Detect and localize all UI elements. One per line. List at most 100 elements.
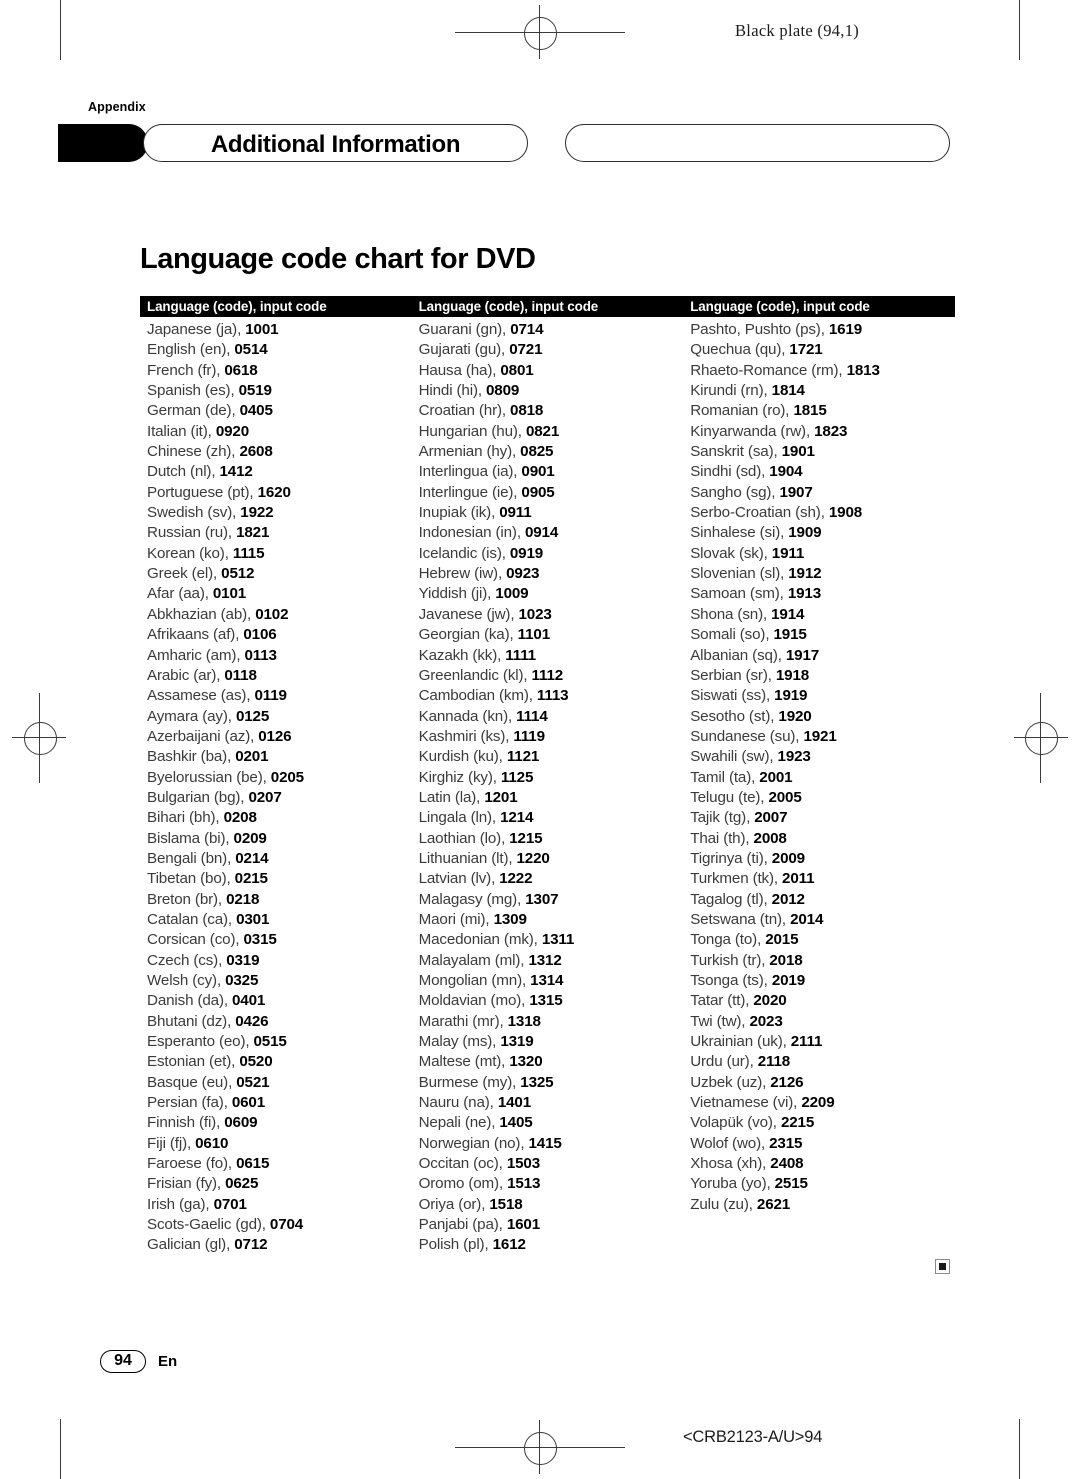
language-name: Serbo-Croatian (sh),	[690, 504, 825, 522]
table-row: Chinese (zh), 2608	[140, 442, 412, 462]
language-input-code: 1921	[803, 727, 837, 745]
language-name: Turkish (tr),	[690, 951, 766, 969]
table-row: Turkish (tr), 2018	[683, 951, 955, 971]
language-input-code: 1922	[240, 504, 274, 522]
table-row: Hindi (hi), 0809	[412, 381, 684, 401]
language-input-code: 0126	[258, 727, 292, 745]
table-row: Corsican (co), 0315	[140, 930, 412, 950]
language-name: Kurdish (ku),	[418, 748, 503, 766]
language-input-code: 1114	[516, 707, 548, 725]
table-row: Shona (sn), 1914	[683, 605, 955, 625]
table-row: Moldavian (mo), 1315	[412, 991, 684, 1011]
table-row: Galician (gl), 0712	[140, 1235, 412, 1255]
language-name: Tatar (tt),	[690, 992, 750, 1010]
table-row: Danish (da), 0401	[140, 991, 412, 1011]
table-row: Korean (ko), 1115	[140, 544, 412, 564]
language-code-column: Language (code), input code Japanese (ja)…	[140, 296, 412, 1256]
language-name: Spanish (es),	[147, 382, 235, 400]
table-row: Quechua (qu), 1721	[683, 340, 955, 360]
language-input-code: 1412	[219, 463, 253, 481]
language-input-code: 0209	[233, 829, 267, 847]
table-row: Sangho (sg), 1907	[683, 483, 955, 503]
language-name: German (de),	[147, 402, 236, 420]
table-row: Maori (mi), 1309	[412, 910, 684, 930]
table-row: Sesotho (st), 1920	[683, 707, 955, 727]
language-name: Malay (ms),	[418, 1033, 497, 1051]
table-row: Bislama (bi), 0209	[140, 829, 412, 849]
language-input-code: 0519	[238, 382, 272, 400]
table-row: Welsh (cy), 0325	[140, 971, 412, 991]
table-row: Telugu (te), 2005	[683, 788, 955, 808]
language-name: Georgian (ka),	[418, 626, 514, 644]
column-body: Japanese (ja), 1001 English (en), 0514 Fre…	[140, 317, 412, 1256]
language-input-code: 1620	[257, 483, 291, 501]
language-input-code: 1814	[771, 382, 805, 400]
language-input-code: 0911	[499, 504, 532, 522]
language-input-code: 2001	[759, 768, 793, 786]
language-input-code: 2023	[749, 1012, 783, 1030]
table-row: Esperanto (eo), 0515	[140, 1032, 412, 1052]
language-code-column: Language (code), input code Guarani (gn),…	[411, 296, 684, 1256]
language-name: Guarani (gn),	[418, 321, 507, 338]
language-input-code: 0712	[234, 1236, 268, 1254]
table-row: Bulgarian (bg), 0207	[140, 788, 412, 808]
table-row: Irish (ga), 0701	[140, 1195, 412, 1215]
language-name: Welsh (cy),	[147, 972, 222, 989]
table-row: Guarani (gn), 0714	[412, 320, 684, 340]
language-name: Hungarian (hu),	[418, 422, 522, 440]
language-name: Arabic (ar),	[147, 666, 221, 684]
table-row: Tatar (tt), 2020	[683, 991, 955, 1011]
language-name: Afar (aa),	[147, 585, 209, 603]
table-row: Georgian (ka), 1101	[412, 625, 684, 645]
language-name: Sesotho (st),	[690, 707, 775, 725]
chapter-title-pill-secondary	[565, 124, 950, 162]
language-input-code: 1912	[788, 565, 822, 583]
language-name: Samoan (sm),	[690, 585, 784, 603]
language-input-code: 1115	[232, 544, 265, 562]
table-row: Latin (la), 1201	[412, 788, 684, 808]
table-row: Siswati (ss), 1919	[683, 686, 955, 706]
language-name: Russian (ru),	[147, 524, 232, 542]
language-name: Greek (el),	[147, 565, 218, 583]
table-row: Burmese (my), 1325	[412, 1073, 684, 1093]
table-row: Hebrew (iw), 0923	[412, 564, 684, 584]
language-name: Mongolian (mn),	[418, 972, 527, 989]
table-row: Armenian (hy), 0825	[412, 442, 684, 462]
language-name: Uzbek (uz),	[690, 1073, 767, 1091]
language-name: Twi (tw),	[690, 1012, 746, 1030]
table-row: Romanian (ro), 1815	[683, 401, 955, 421]
language-input-code: 1917	[785, 646, 820, 664]
language-name: Tagalog (tl),	[690, 890, 768, 908]
table-row: Pashto, Pushto (ps), 1619	[683, 320, 955, 340]
crop-mark-bottom-left-vertical	[60, 1419, 62, 1479]
table-row: Kirundi (rn), 1814	[683, 381, 955, 401]
language-name: Czech (cs),	[147, 951, 223, 969]
table-row: Kirghiz (ky), 1125	[412, 768, 684, 788]
table-row: Albanian (sq), 1917	[683, 646, 955, 666]
language-name: Aymara (ay),	[147, 707, 232, 725]
language-input-code: 0901	[521, 463, 555, 481]
language-name: Panjabi (pa),	[418, 1216, 503, 1234]
language-input-code: 1215	[509, 829, 543, 847]
language-name: Abkhazian (ab),	[147, 605, 252, 623]
language-name: Macedonian (mk),	[418, 931, 538, 949]
table-row: Basque (eu), 0521	[140, 1073, 412, 1093]
language-input-code: 1518	[489, 1195, 523, 1213]
language-input-code: 2012	[771, 890, 805, 908]
language-name: Latin (la),	[418, 788, 481, 806]
language-name: Gujarati (gu),	[418, 341, 506, 359]
language-name: Serbian (sr),	[690, 666, 772, 684]
table-row: Setswana (tn), 2014	[683, 910, 955, 930]
language-name: Marathi (mr),	[418, 1012, 504, 1030]
table-row: Bashkir (ba), 0201	[140, 747, 412, 767]
language-name: Urdu (ur),	[690, 1053, 754, 1071]
table-row: Slovenian (sl), 1912	[683, 564, 955, 584]
language-input-code: 0704	[269, 1216, 304, 1234]
language-input-code: 2007	[754, 809, 788, 827]
table-row: Sanskrit (sa), 1901	[683, 442, 955, 462]
language-name: Tamil (ta),	[690, 768, 756, 786]
language-input-code: 1119	[513, 727, 545, 745]
language-name: Thai (th),	[690, 829, 750, 847]
table-row: Cambodian (km), 1113	[412, 686, 684, 706]
language-name: Galician (gl),	[147, 1236, 231, 1254]
